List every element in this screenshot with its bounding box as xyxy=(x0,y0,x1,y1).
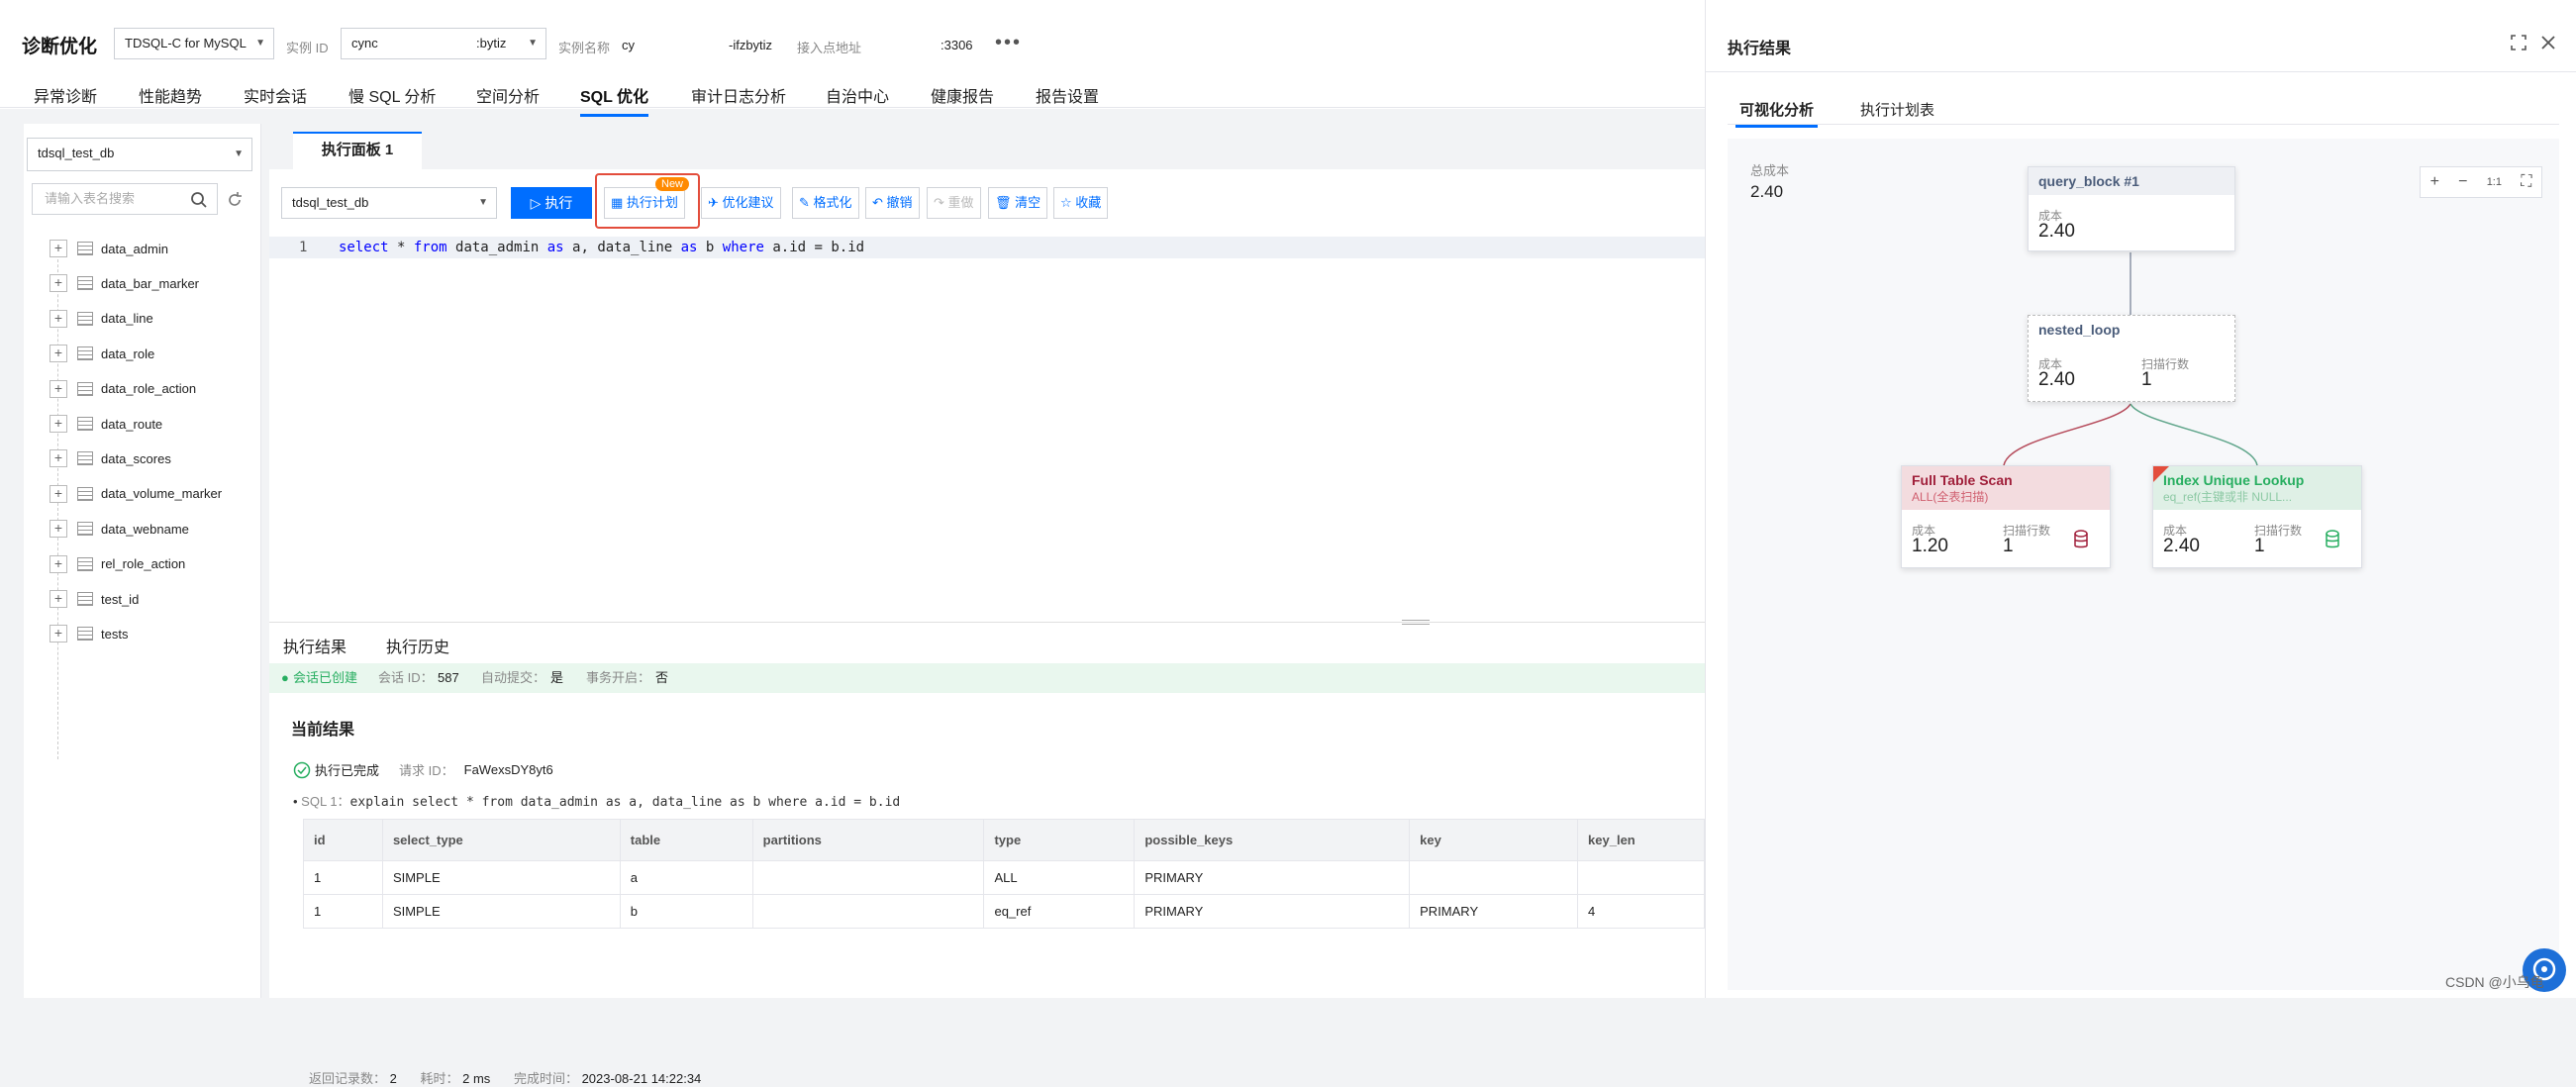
rows-value: 1 xyxy=(2254,536,2265,556)
node-title: nested_loop xyxy=(2029,316,2234,344)
finished-label: 完成时间： xyxy=(513,1071,578,1086)
node-subtitle: ALL(全表扫描) xyxy=(1912,490,1989,504)
node-nested-loop[interactable]: nested_loop 成本 2.40 扫描行数 1 xyxy=(2028,315,2235,402)
time-value: 2 ms xyxy=(462,1071,491,1086)
rows-value: 1 xyxy=(2141,369,2152,390)
cost-value: 1.20 xyxy=(1912,536,1948,556)
watermark: CSDN @小乌龟 xyxy=(2445,974,2544,990)
node-header: Index Unique Lookup eq_ref(主键或非 NULL... xyxy=(2153,466,2361,510)
database-icon xyxy=(2074,530,2088,548)
rows-label: 返回记录数： xyxy=(309,1071,387,1086)
node-index-unique-lookup[interactable]: Index Unique Lookup eq_ref(主键或非 NULL... … xyxy=(2152,465,2362,568)
result-footer: 返回记录数： 2 耗时： 2 ms 完成时间： 2023-08-21 14:22… xyxy=(309,1068,701,1087)
rows-count: 2 xyxy=(389,1071,397,1086)
node-query-block[interactable]: query_block #1 成本 2.40 xyxy=(2028,166,2235,251)
database-icon xyxy=(2326,530,2339,548)
node-title: Full Table Scan xyxy=(1912,472,2013,488)
cost-value: 2.40 xyxy=(2038,221,2075,242)
rows-value: 1 xyxy=(2003,536,2014,556)
finished-value: 2023-08-21 14:22:34 xyxy=(581,1071,702,1086)
node-title: query_block #1 xyxy=(2029,167,2234,195)
cost-value: 2.40 xyxy=(2038,369,2075,390)
warning-flag-icon xyxy=(2153,466,2169,482)
cost-value: 2.40 xyxy=(2163,536,2200,556)
node-subtitle: eq_ref(主键或非 NULL... xyxy=(2163,490,2293,504)
node-full-table-scan[interactable]: Full Table Scan ALL(全表扫描) 成本 1.20 扫描行数 1 xyxy=(1901,465,2111,568)
time-label: 耗时： xyxy=(420,1071,459,1086)
node-header: Full Table Scan ALL(全表扫描) xyxy=(1902,466,2110,510)
node-title: Index Unique Lookup xyxy=(2163,472,2305,488)
